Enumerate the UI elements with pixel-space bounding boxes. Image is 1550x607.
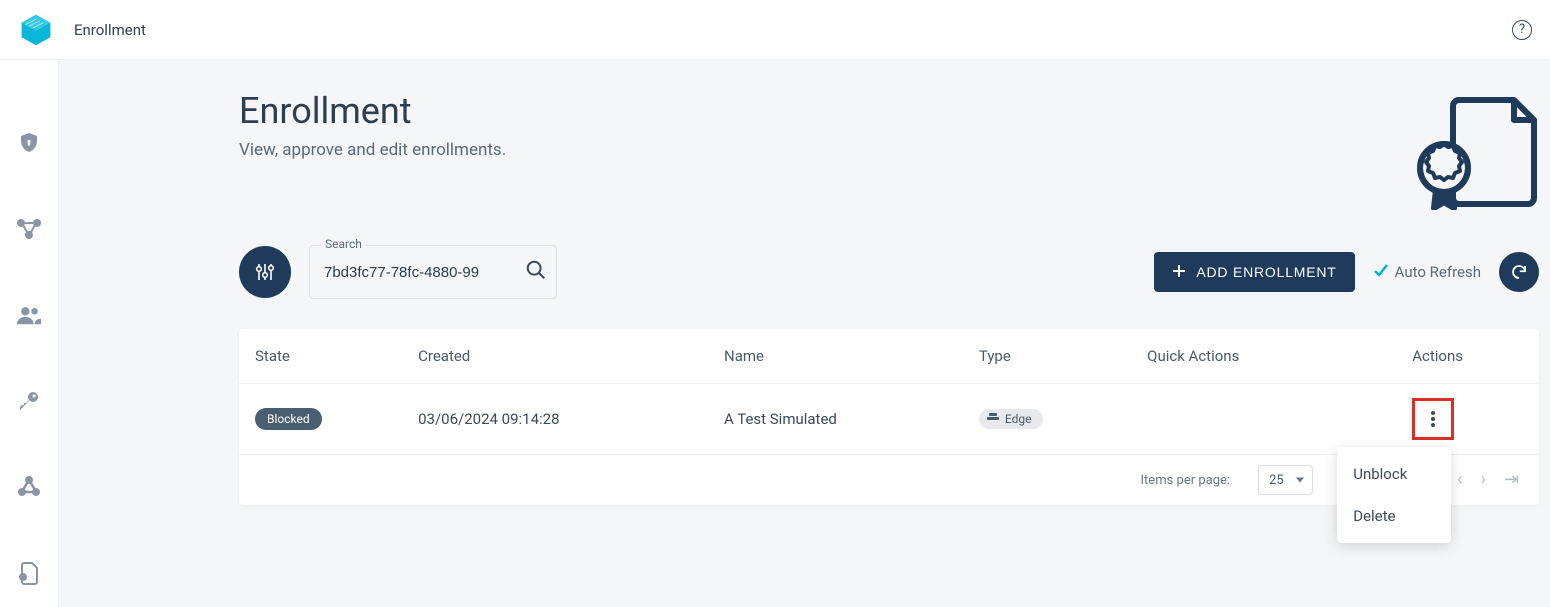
page-subtitle: View, approve and edit enrollments. <box>239 140 506 160</box>
kebab-icon <box>1431 411 1435 427</box>
auto-refresh-toggle[interactable]: Auto Refresh <box>1373 262 1481 282</box>
cell-quick-actions <box>1131 384 1396 455</box>
col-name: Name <box>708 329 963 384</box>
webhook-icon[interactable] <box>16 474 42 500</box>
page-title: Enrollment <box>239 90 506 132</box>
col-state: State <box>239 329 402 384</box>
shield-lock-icon[interactable] <box>16 130 42 156</box>
plus-icon <box>1172 264 1186 281</box>
sidebar <box>0 60 59 607</box>
auto-refresh-label: Auto Refresh <box>1395 263 1481 281</box>
next-page-button[interactable]: › <box>1481 471 1486 489</box>
filter-settings-button[interactable] <box>239 246 291 298</box>
search-label: Search <box>321 237 366 251</box>
cell-created: 03/06/2024 09:14:28 <box>402 384 708 455</box>
controls-row: Search ADD ENROLLMENT <box>239 245 1539 299</box>
actions-menu: Unblock Delete <box>1337 447 1451 543</box>
search-field: Search <box>309 245 557 299</box>
app-logo <box>18 12 54 48</box>
check-icon <box>1373 262 1389 282</box>
cell-name: A Test Simulated <box>708 384 963 455</box>
state-badge: Blocked <box>255 408 322 430</box>
key-icon[interactable] <box>16 388 42 414</box>
share-nodes-icon[interactable] <box>16 216 42 242</box>
caret-down-icon <box>1296 478 1304 483</box>
help-icon[interactable]: ? <box>1512 20 1532 40</box>
type-pill: Edge <box>979 409 1044 429</box>
search-icon[interactable] <box>525 259 547 285</box>
col-created: Created <box>402 329 708 384</box>
items-per-page-value: 25 <box>1269 473 1284 488</box>
items-per-page-select[interactable]: 25 <box>1258 465 1313 495</box>
col-type: Type <box>963 329 1131 384</box>
topbar-title: Enrollment <box>74 21 146 39</box>
last-page-button[interactable]: ⇥ <box>1504 471 1519 489</box>
topbar: Enrollment ? <box>0 0 1550 60</box>
users-icon[interactable] <box>16 302 42 328</box>
add-enrollment-label: ADD ENROLLMENT <box>1196 264 1336 280</box>
add-enrollment-button[interactable]: ADD ENROLLMENT <box>1154 252 1354 292</box>
search-input[interactable] <box>322 263 525 282</box>
row-actions-button[interactable]: Unblock Delete <box>1412 398 1454 440</box>
edge-icon <box>987 412 999 426</box>
col-actions: Actions <box>1396 329 1539 384</box>
file-icon[interactable] <box>16 560 42 586</box>
enrollment-table: State Created Name Type Quick Actions Ac… <box>239 329 1539 505</box>
menu-item-delete[interactable]: Delete <box>1337 495 1451 537</box>
table-row: Blocked 03/06/2024 09:14:28 A Test Simul… <box>239 384 1539 455</box>
refresh-button[interactable] <box>1499 252 1539 292</box>
menu-item-unblock[interactable]: Unblock <box>1337 453 1451 495</box>
type-label: Edge <box>1005 412 1032 426</box>
certificate-icon <box>1409 90 1539 210</box>
main-content: Enrollment View, approve and edit enroll… <box>59 60 1550 607</box>
col-quick: Quick Actions <box>1131 329 1396 384</box>
prev-page-button[interactable]: ‹ <box>1457 471 1462 489</box>
items-per-page-label: Items per page: <box>1141 473 1231 488</box>
